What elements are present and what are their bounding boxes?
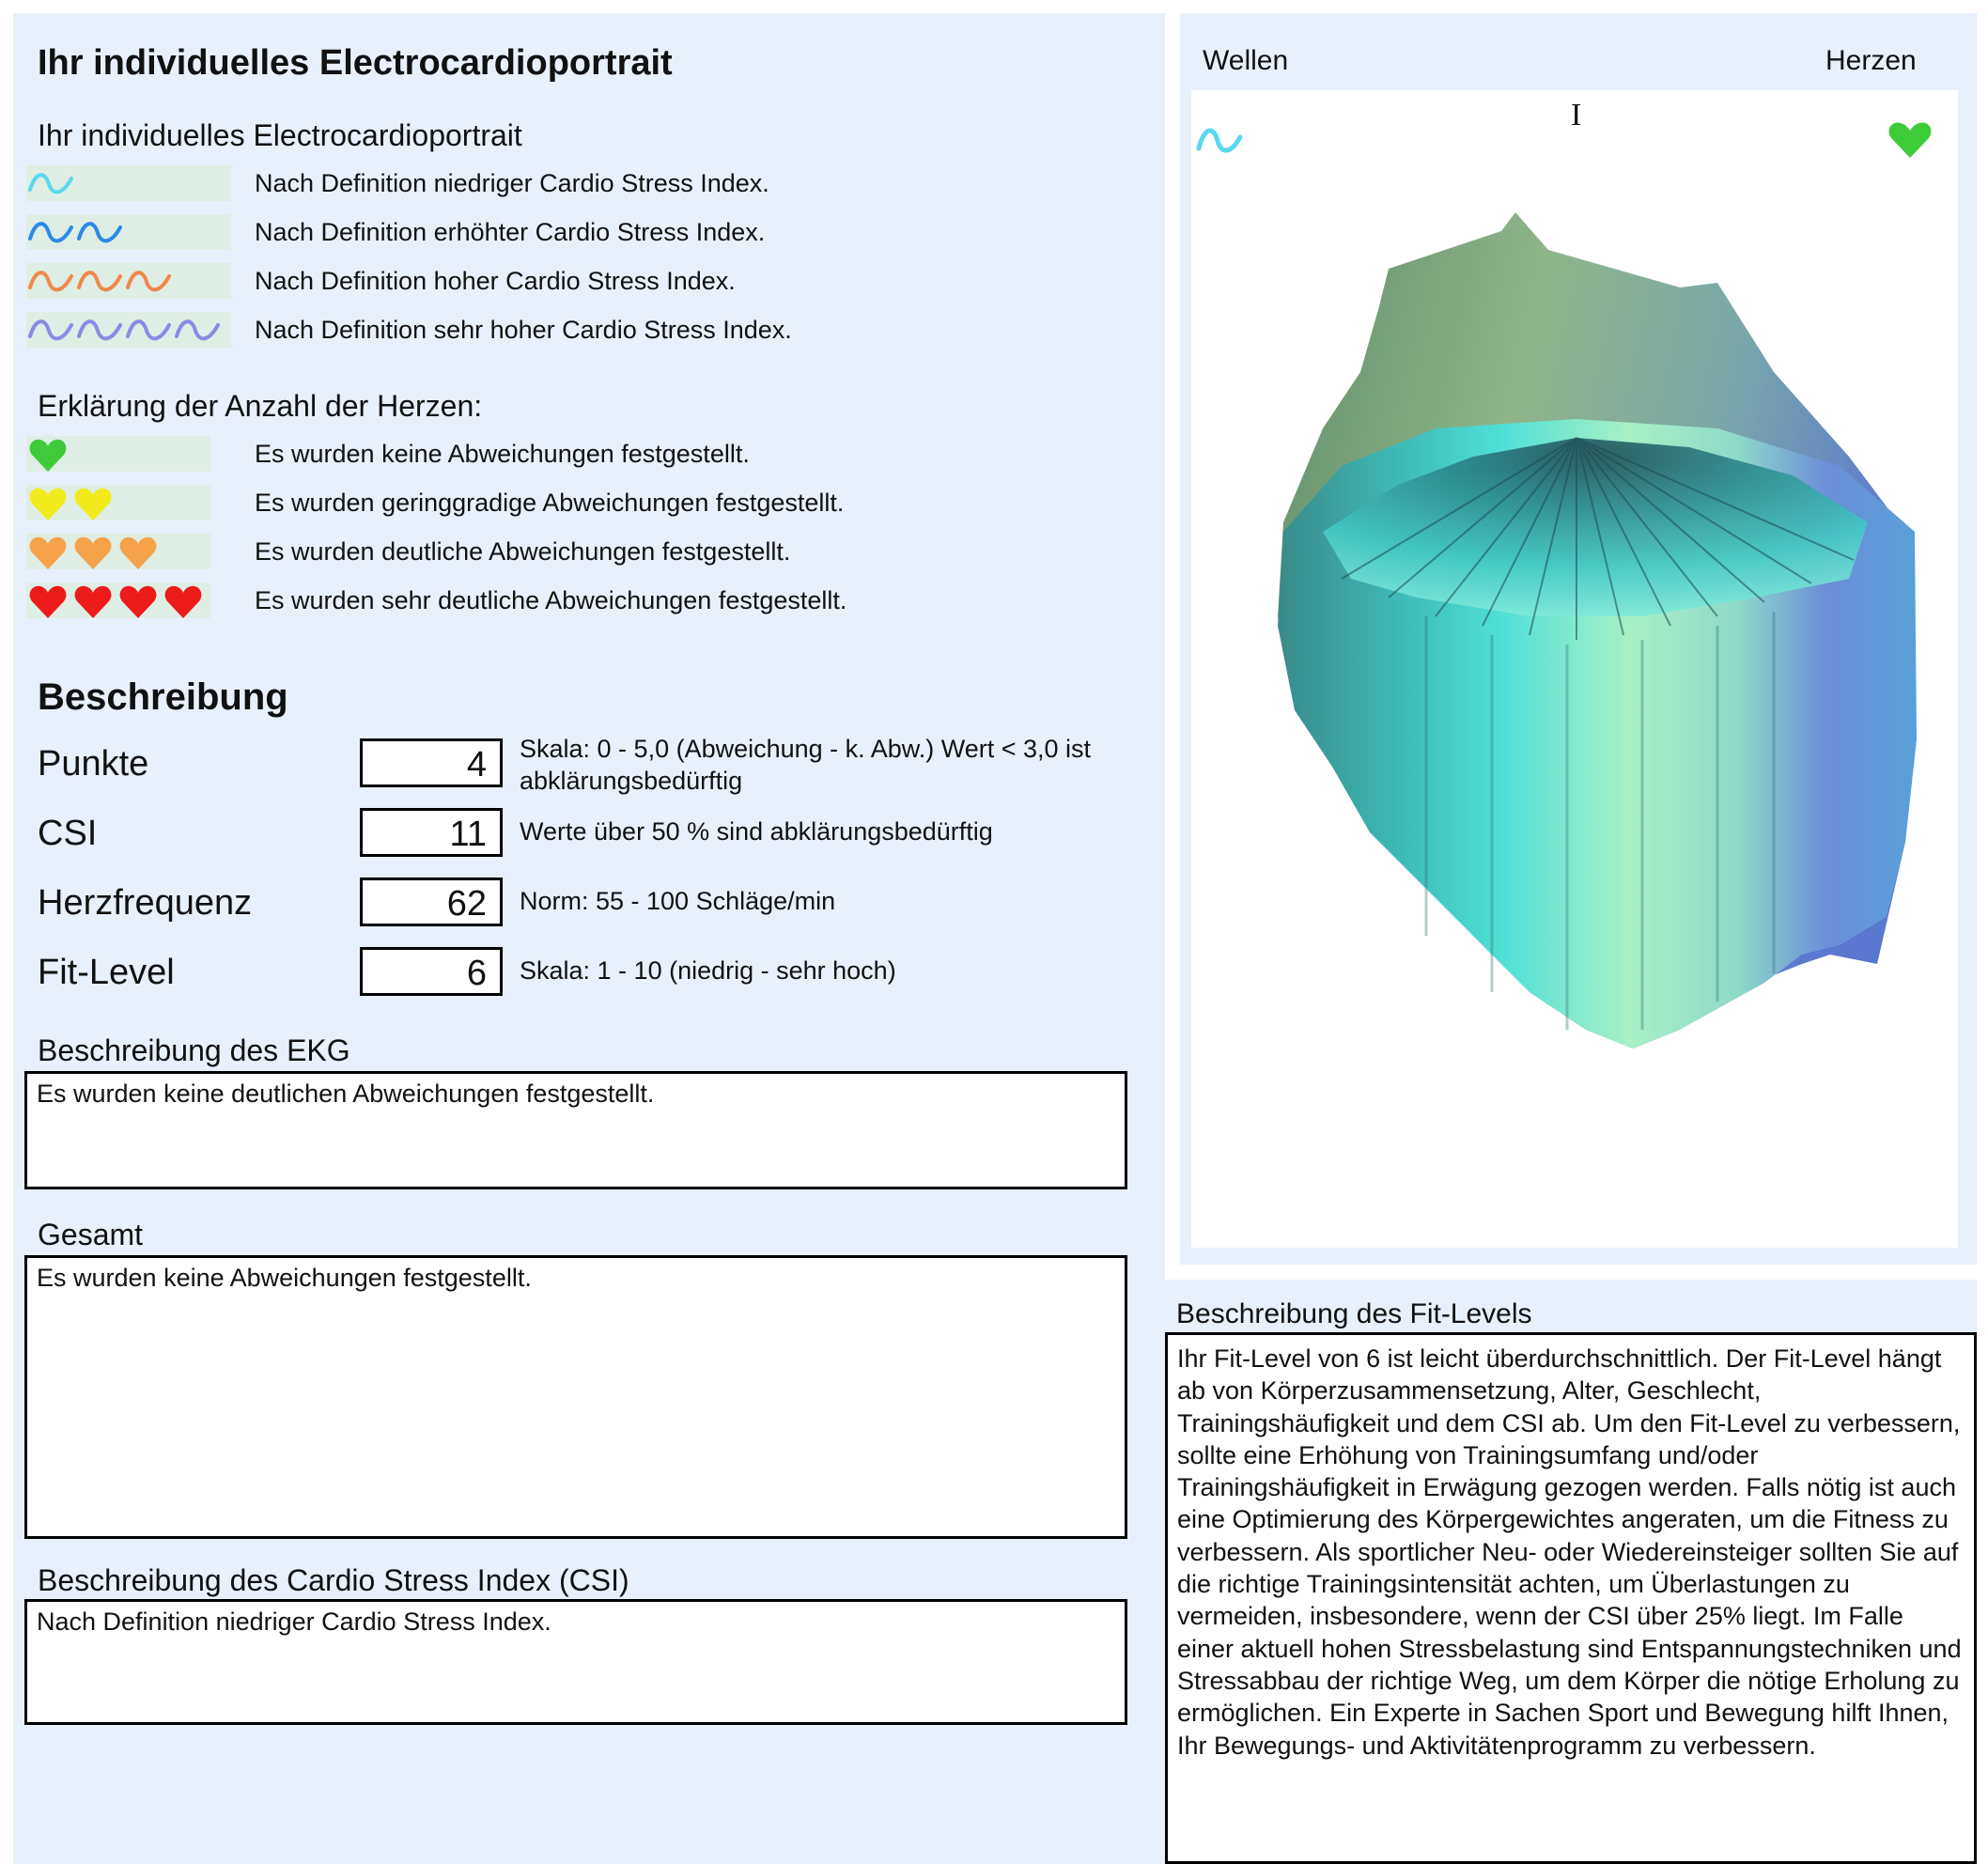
csi-desc-textbox[interactable]: Nach Definition niedriger Cardio Stress … xyxy=(24,1599,1127,1725)
wave-icon xyxy=(175,319,220,341)
legend-wave-text: Nach Definition erhöhter Cardio Stress I… xyxy=(255,218,766,246)
legend-heart-text: Es wurden sehr deutliche Abweichungen fe… xyxy=(255,586,847,614)
wave-icon xyxy=(28,222,73,243)
text-cursor-icon: I xyxy=(1571,98,1582,132)
viewer-wave-icon xyxy=(1196,128,1243,153)
legend-subtitle: Ihr individuelles Electrocardioportrait xyxy=(38,118,522,152)
heart-icon xyxy=(1888,122,1932,158)
legend-wave-text: Nach Definition sehr hoher Cardio Stress… xyxy=(255,316,792,344)
metric-label-punkte: Punkte xyxy=(38,744,149,784)
metric-label-herzfrequenz: Herzfrequenz xyxy=(38,883,253,923)
description-heading: Beschreibung xyxy=(38,676,288,718)
page-title: Ihr individuelles Electrocardioportrait xyxy=(38,43,673,83)
wave-icon-group xyxy=(26,214,231,250)
wave-icon-group xyxy=(26,312,231,348)
wave-icon xyxy=(28,271,73,292)
portrait-3d-shape[interactable] xyxy=(1191,90,1958,1248)
fit-level-textbox[interactable]: Ihr Fit-Level von 6 ist leicht überdurch… xyxy=(1165,1332,1977,1864)
wave-icon xyxy=(77,222,122,243)
heart-icon-group xyxy=(26,534,210,569)
wave-icon xyxy=(126,271,171,292)
heart-icon xyxy=(119,536,157,569)
metric-label-fit-level: Fit-Level xyxy=(38,953,175,992)
wave-icon-group xyxy=(26,263,231,299)
viewer-label-wellen: Wellen xyxy=(1203,45,1289,76)
viewer-heart-icon xyxy=(1888,122,1932,158)
wave-icon xyxy=(28,319,73,341)
heart-icon xyxy=(164,585,202,618)
wave-icon xyxy=(126,319,171,341)
metric-note-csi: Werte über 50 % sind abklärungsbedürftig xyxy=(520,817,993,846)
metric-note-herzfrequenz: Norm: 55 - 100 Schläge/min xyxy=(520,887,836,915)
heart-icon xyxy=(119,585,157,618)
fit-level-label: Beschreibung des Fit-Levels xyxy=(1176,1298,1532,1329)
legend-heart-text: Es wurden deutliche Abweichungen festges… xyxy=(255,537,791,566)
wave-icon xyxy=(77,319,122,341)
ekg-textbox[interactable]: Es wurden keine deutlichen Abweichungen … xyxy=(24,1071,1127,1189)
viewer-label-herzen: Herzen xyxy=(1825,45,1917,76)
gesamt-label: Gesamt xyxy=(38,1218,144,1251)
heart-icon-group xyxy=(26,582,210,618)
portrait-viewer[interactable] xyxy=(1191,90,1958,1248)
legend-heart-text: Es wurden geringgradige Abweichungen fes… xyxy=(255,489,845,517)
gesamt-textbox[interactable]: Es wurden keine Abweichungen festgestell… xyxy=(24,1255,1127,1539)
legend-wave-text: Nach Definition niedriger Cardio Stress … xyxy=(255,169,769,197)
heart-icon xyxy=(29,536,67,569)
heart-icon xyxy=(74,488,112,520)
heart-icon-group xyxy=(26,485,210,520)
csi-desc-label: Beschreibung des Cardio Stress Index (CS… xyxy=(38,1563,629,1597)
hearts-legend-heading: Erklärung der Anzahl der Herzen: xyxy=(38,389,483,423)
heart-icon xyxy=(74,585,112,618)
metric-note-punkte: Skala: 0 - 5,0 (Abweichung - k. Abw.) We… xyxy=(520,735,1092,795)
metric-value-herzfrequenz[interactable]: 62 xyxy=(360,878,503,926)
wave-icon xyxy=(1196,128,1243,153)
metric-value-fit-level[interactable]: 6 xyxy=(360,947,503,996)
metric-label-csi: CSI xyxy=(38,814,98,853)
metric-note-fit-level: Skala: 1 - 10 (niedrig - sehr hoch) xyxy=(520,956,896,985)
heart-icon xyxy=(29,585,67,618)
legend-heart-text: Es wurden keine Abweichungen festgestell… xyxy=(255,440,750,468)
wave-icon xyxy=(28,173,73,194)
wave-icon-group xyxy=(26,165,231,201)
heart-icon-group xyxy=(26,436,210,472)
ekg-label: Beschreibung des EKG xyxy=(38,1033,350,1067)
heart-icon xyxy=(29,439,67,472)
legend-wave-text: Nach Definition hoher Cardio Stress Inde… xyxy=(255,267,736,295)
heart-icon xyxy=(29,488,67,520)
metric-value-punkte[interactable]: 4 xyxy=(360,738,503,787)
metric-value-csi[interactable]: 11 xyxy=(360,808,503,857)
wave-icon xyxy=(77,271,122,292)
heart-icon xyxy=(74,536,112,569)
